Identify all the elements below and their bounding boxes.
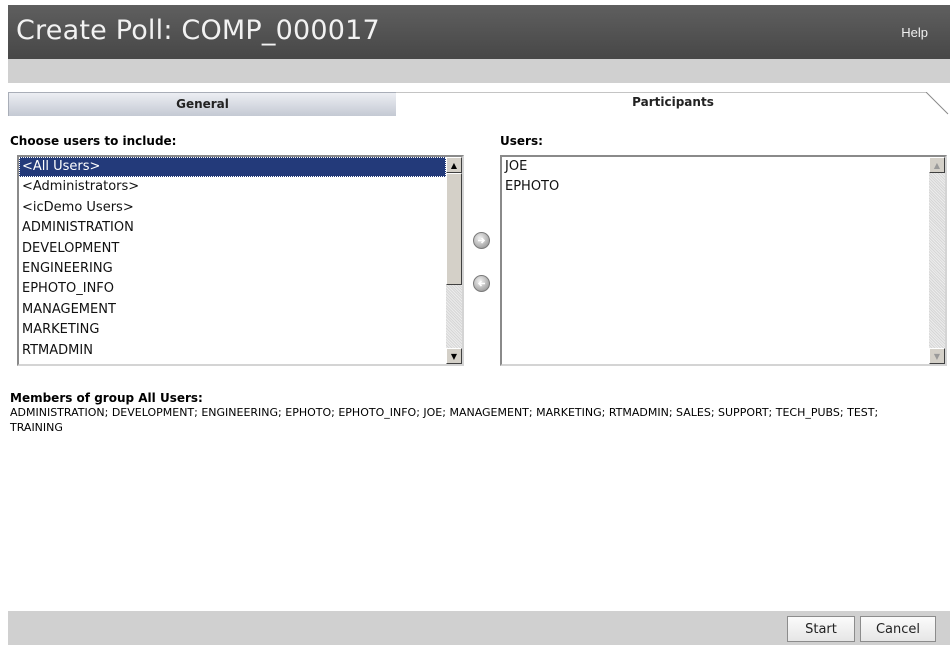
scroll-thumb[interactable] (446, 173, 462, 285)
list-item[interactable]: DEVELOPMENT (19, 239, 446, 259)
remove-user-button[interactable] (473, 275, 490, 292)
tab-participants-outline (396, 92, 949, 115)
users-label: Users: (500, 134, 543, 148)
start-button[interactable]: Start (787, 616, 855, 642)
members-title: Members of group All Users: (10, 391, 203, 405)
list-item[interactable]: ENGINEERING (19, 259, 446, 279)
choose-users-items: <All Users> <Administrators> <icDemo Users… (19, 157, 446, 364)
list-item[interactable]: MARKETING (19, 320, 446, 340)
members-list-text: ADMINISTRATION; DEVELOPMENT; ENGINEERING… (10, 406, 879, 434)
arrow-left-icon (477, 280, 485, 287)
scroll-up-button[interactable]: ▲ (929, 157, 945, 173)
window-frame (0, 0, 8, 645)
footer-bar: Start Cancel (8, 611, 950, 645)
list-item[interactable]: ADMINISTRATION (19, 218, 446, 238)
users-items: JOE EPHOTO (502, 157, 929, 364)
list-item[interactable]: RTMADMIN (19, 341, 446, 361)
tab-general-label: General (176, 97, 229, 111)
cancel-button[interactable]: Cancel (860, 616, 936, 642)
list-item[interactable]: <All Users> (19, 157, 446, 178)
list-item[interactable]: <icDemo Users> (19, 198, 446, 218)
list-item[interactable]: MANAGEMENT (19, 300, 446, 320)
choose-users-list[interactable]: <All Users> <Administrators> <icDemo Users… (17, 155, 464, 366)
tab-participants[interactable]: Participants (396, 92, 950, 116)
title-bar: Create Poll: COMP_000017 Help (8, 5, 950, 59)
list-item[interactable]: JOE (502, 157, 929, 177)
tab-strip: General Participants (8, 83, 950, 116)
choose-users-scrollbar[interactable]: ▲ ▼ (446, 157, 462, 364)
users-scrollbar[interactable]: ▲ ▼ (929, 157, 945, 364)
list-item[interactable]: EPHOTO_INFO (19, 279, 446, 299)
scroll-down-button[interactable]: ▼ (929, 348, 945, 364)
help-link[interactable]: Help (901, 25, 928, 40)
arrow-right-icon (478, 237, 486, 244)
tab-general[interactable]: General (8, 92, 396, 116)
list-item[interactable]: <Administrators> (19, 177, 446, 197)
scroll-up-button[interactable]: ▲ (446, 157, 462, 173)
page-title: Create Poll: COMP_000017 (16, 15, 380, 46)
add-user-button[interactable] (473, 232, 490, 249)
users-list[interactable]: JOE EPHOTO ▲ ▼ (500, 155, 947, 366)
scroll-down-button[interactable]: ▼ (446, 348, 462, 364)
choose-users-label: Choose users to include: (10, 134, 177, 148)
list-item[interactable]: EPHOTO (502, 177, 929, 197)
toolbar-strip (8, 59, 950, 83)
